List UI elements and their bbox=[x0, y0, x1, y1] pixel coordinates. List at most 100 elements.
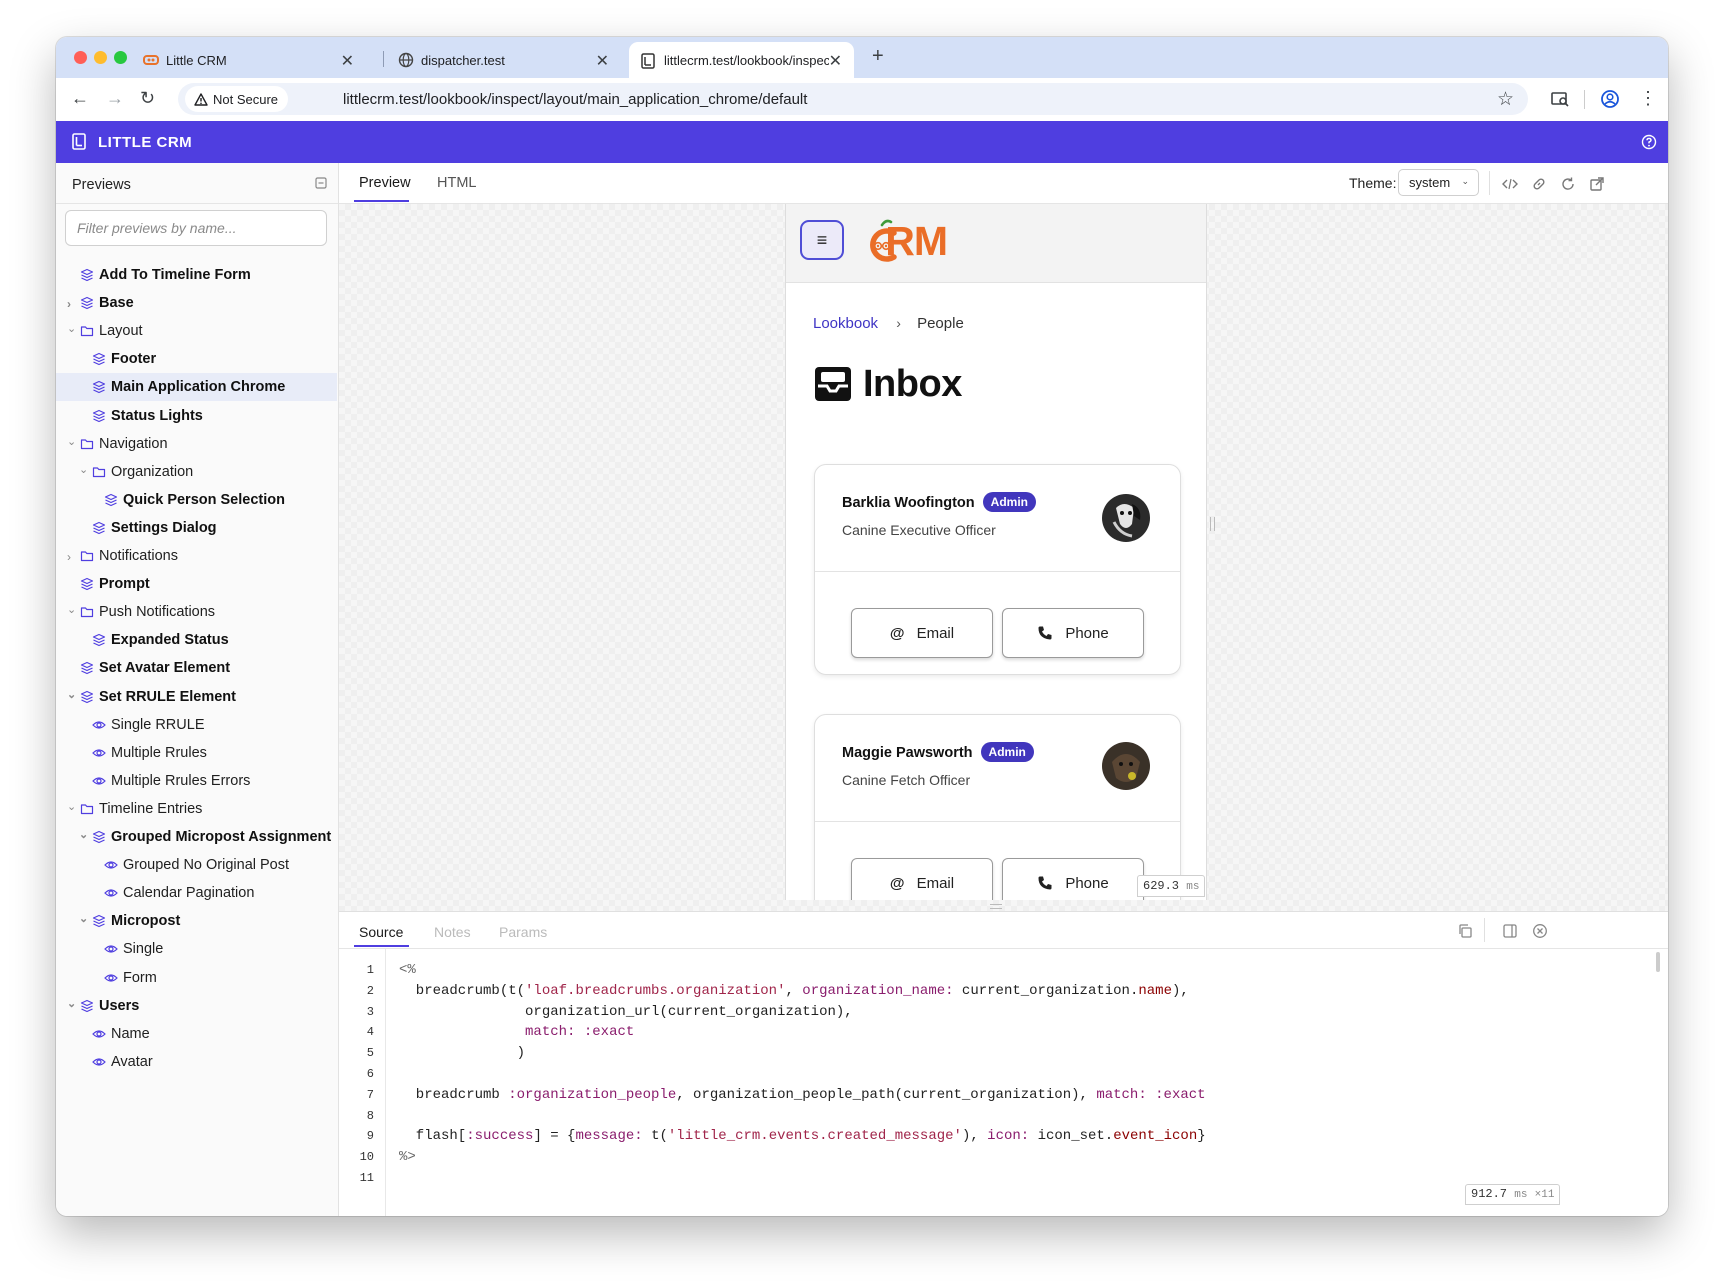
sidebar-item[interactable]: Calendar Pagination bbox=[56, 879, 337, 907]
eye-icon bbox=[92, 718, 106, 732]
layers-icon bbox=[80, 268, 94, 282]
resize-handle-horizontal[interactable] bbox=[990, 904, 1002, 909]
tab-source[interactable]: Source bbox=[359, 924, 403, 940]
sidebar-item[interactable]: Main Application Chrome bbox=[56, 373, 337, 402]
layout-toggle-icon[interactable] bbox=[1502, 923, 1518, 939]
chevron-down-icon[interactable]: ⌄ bbox=[79, 828, 88, 841]
sidebar-item[interactable]: Quick Person Selection bbox=[56, 486, 337, 514]
tab-title: dispatcher.test bbox=[421, 53, 505, 68]
app-title[interactable]: LITTLE CRM bbox=[98, 134, 192, 151]
email-button[interactable]: @ Email bbox=[851, 858, 993, 900]
breadcrumb-link[interactable]: Lookbook bbox=[813, 315, 878, 332]
browser-tab-active[interactable]: littlecrm.test/lookbook/inspec ✕ bbox=[629, 42, 854, 78]
sidebar-item[interactable]: Multiple Rrules Errors bbox=[56, 767, 337, 795]
phone-button[interactable]: Phone bbox=[1002, 858, 1144, 900]
browser-tab[interactable]: Little CRM ✕ bbox=[131, 42, 366, 78]
scrollbar-thumb[interactable] bbox=[1656, 952, 1660, 972]
forward-arrow-icon[interactable]: → bbox=[106, 88, 124, 108]
theme-value: system bbox=[1409, 175, 1451, 190]
chevron-down-icon[interactable]: ⌄ bbox=[79, 463, 88, 476]
help-icon[interactable] bbox=[1641, 134, 1657, 150]
sidebar-item[interactable]: ⌄ Navigation bbox=[56, 430, 337, 458]
copy-icon[interactable] bbox=[1457, 923, 1473, 939]
theme-select[interactable]: system ⌄ bbox=[1398, 169, 1479, 196]
back-arrow-icon[interactable]: ← bbox=[71, 88, 89, 108]
sidebar-item[interactable]: ⌄ Set RRULE Element bbox=[56, 683, 337, 711]
sidebar-item[interactable]: ⌄ Timeline Entries bbox=[56, 795, 337, 823]
address-bar[interactable]: Not Secure littlecrm.test/lookbook/inspe… bbox=[178, 83, 1528, 115]
collapse-all-icon[interactable] bbox=[315, 177, 327, 189]
resize-handle-vertical[interactable] bbox=[1210, 517, 1215, 531]
url-text[interactable]: littlecrm.test/lookbook/inspect/layout/m… bbox=[343, 91, 807, 108]
chevron-down-icon[interactable]: ⌄ bbox=[79, 912, 88, 925]
browser-tab[interactable]: dispatcher.test ✕ bbox=[386, 42, 621, 78]
folder-icon bbox=[80, 605, 94, 619]
person-name[interactable]: Maggie Pawsworth bbox=[842, 745, 973, 761]
sidebar-item-label: Settings Dialog bbox=[111, 519, 217, 536]
close-tab-icon[interactable]: ✕ bbox=[829, 51, 842, 71]
sidebar-item[interactable]: Name bbox=[56, 1020, 337, 1048]
hamburger-menu-button[interactable]: ≡ bbox=[800, 220, 844, 260]
sidebar-item[interactable]: Form bbox=[56, 964, 337, 992]
close-window-button[interactable] bbox=[74, 51, 87, 64]
chevron-down-icon[interactable]: ⌄ bbox=[67, 688, 76, 701]
chevron-down-icon[interactable]: ⌄ bbox=[67, 435, 76, 448]
sidebar-item[interactable]: ⌄ Users bbox=[56, 992, 337, 1020]
sidebar-item[interactable]: ⌄ Organization bbox=[56, 458, 337, 486]
chevron-down-icon[interactable]: ⌄ bbox=[67, 322, 76, 335]
sidebar-item[interactable]: Settings Dialog bbox=[56, 514, 337, 542]
filter-input[interactable] bbox=[65, 210, 327, 246]
close-tab-icon[interactable]: ✕ bbox=[596, 51, 609, 71]
search-tabs-icon[interactable] bbox=[1551, 91, 1569, 107]
bookmark-star-icon[interactable]: ☆ bbox=[1497, 88, 1514, 111]
reload-icon[interactable]: ↻ bbox=[140, 88, 155, 108]
active-tab-indicator bbox=[354, 945, 409, 947]
chevron-right-icon[interactable]: › bbox=[67, 550, 71, 564]
link-icon[interactable] bbox=[1530, 175, 1548, 193]
refresh-icon[interactable] bbox=[1559, 175, 1577, 193]
sidebar-item[interactable]: ⌄ Layout bbox=[56, 317, 337, 345]
sidebar-item[interactable]: Prompt bbox=[56, 570, 337, 598]
sidebar-item[interactable]: Grouped No Original Post bbox=[56, 851, 337, 879]
theme-label: Theme: bbox=[1349, 175, 1397, 191]
avatar[interactable] bbox=[1102, 494, 1150, 542]
sidebar-item[interactable]: ⌄ Push Notifications bbox=[56, 598, 337, 626]
phone-button[interactable]: Phone bbox=[1002, 608, 1144, 658]
chevron-down-icon[interactable]: ⌄ bbox=[67, 800, 76, 813]
sidebar-item[interactable]: ⌄ Micropost bbox=[56, 907, 337, 935]
maximize-window-button[interactable] bbox=[114, 51, 127, 64]
sidebar-item[interactable]: Set Avatar Element bbox=[56, 654, 337, 682]
sidebar-item[interactable]: Single RRULE bbox=[56, 711, 337, 739]
sidebar-item[interactable]: Multiple Rrules bbox=[56, 739, 337, 767]
tab-params[interactable]: Params bbox=[499, 924, 547, 940]
external-link-icon[interactable] bbox=[1588, 175, 1606, 193]
tab-preview[interactable]: Preview bbox=[359, 175, 411, 191]
sidebar-item[interactable]: › Notifications bbox=[56, 542, 337, 570]
tab-html[interactable]: HTML bbox=[437, 175, 476, 191]
code-text: organization_url(current_organization), bbox=[399, 1004, 853, 1020]
code-icon[interactable] bbox=[1501, 175, 1519, 193]
sidebar-item[interactable]: › Base bbox=[56, 289, 337, 317]
sidebar-item[interactable]: Single bbox=[56, 935, 337, 963]
minimize-window-button[interactable] bbox=[94, 51, 107, 64]
sidebar-item[interactable]: Avatar bbox=[56, 1048, 337, 1076]
person-name[interactable]: Barklia Woofington bbox=[842, 495, 975, 511]
new-tab-icon[interactable]: + bbox=[872, 45, 884, 68]
sidebar-item[interactable]: ⌄ Grouped Micropost Assignment bbox=[56, 823, 337, 851]
sidebar-item[interactable]: Status Lights bbox=[56, 402, 337, 430]
close-tab-icon[interactable]: ✕ bbox=[341, 51, 354, 71]
tab-notes[interactable]: Notes bbox=[434, 924, 471, 940]
sidebar-item[interactable]: Footer bbox=[56, 345, 337, 373]
eye-icon bbox=[104, 886, 118, 900]
avatar[interactable] bbox=[1102, 742, 1150, 790]
email-button[interactable]: @ Email bbox=[851, 608, 993, 658]
chevron-down-icon[interactable]: ⌄ bbox=[67, 997, 76, 1010]
security-indicator[interactable]: Not Secure bbox=[185, 86, 289, 112]
sidebar-item[interactable]: Add To Timeline Form bbox=[56, 261, 337, 289]
chevron-right-icon[interactable]: › bbox=[67, 297, 71, 311]
more-menu-icon[interactable]: ⋮ bbox=[1639, 87, 1657, 109]
sidebar-item[interactable]: Expanded Status bbox=[56, 626, 337, 654]
profile-icon[interactable] bbox=[1600, 89, 1620, 109]
close-panel-icon[interactable] bbox=[1532, 923, 1548, 939]
chevron-down-icon[interactable]: ⌄ bbox=[67, 603, 76, 616]
